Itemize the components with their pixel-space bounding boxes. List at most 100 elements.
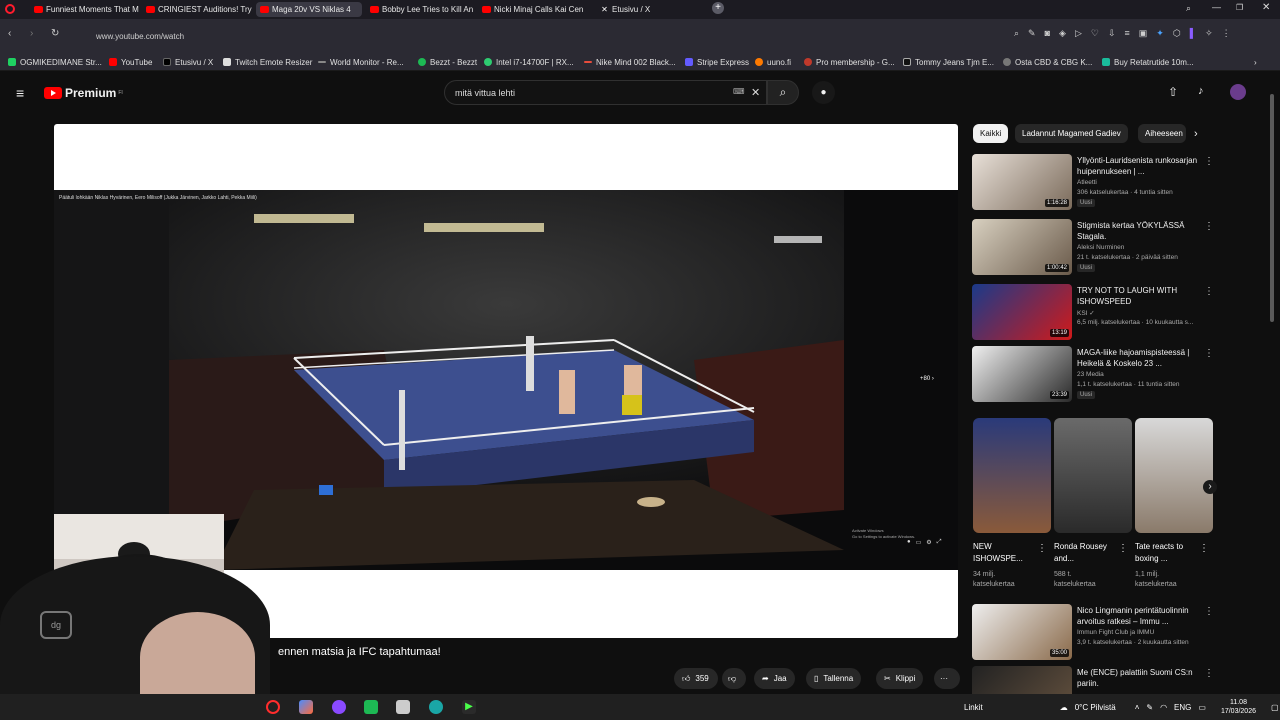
hamburger-menu-icon[interactable]: ≡ [16,85,24,101]
bookmark-4[interactable]: Twitch Emote Resizer [223,56,312,68]
cube-icon[interactable]: ⬡ [1173,28,1181,39]
tab-5[interactable]: Nicki Minaj Calls Kai Cen [478,2,588,17]
more-options-icon[interactable]: ⋮ [1204,606,1214,617]
short-more-icon[interactable]: ⋮ [1199,543,1209,554]
short-more-icon[interactable]: ⋮ [1037,543,1047,554]
minimize-icon[interactable]: — [1212,2,1221,12]
short-thumbnail[interactable] [1135,418,1213,533]
bookmark-7[interactable]: Intel i7-14700F | RX... [484,56,574,68]
search-button[interactable]: ⌕ [767,80,799,105]
tab-6[interactable]: ✕ Etusivu / X [596,2,706,17]
bookmark-2[interactable]: YouTube [109,56,152,68]
back-icon[interactable]: ‹ [8,28,11,39]
save-button[interactable]: ▯ Tallenna [806,668,862,689]
play-icon[interactable]: ▷ [1075,28,1082,39]
avatar[interactable] [1230,84,1246,100]
chat-icon[interactable] [332,700,346,714]
fullscreen-icon[interactable]: ⤢ [937,539,942,546]
more-actions-button[interactable]: ··· [934,668,960,689]
download-icon[interactable]: ⇩ [1108,28,1116,39]
chip-all[interactable]: Kaikki [973,124,1009,143]
bookmarks-overflow-icon[interactable]: › [1254,56,1257,68]
search-tabs-icon[interactable]: ⌕ [1186,3,1191,14]
ai-icon[interactable]: ✧ [1205,28,1213,39]
notifications-bell-icon[interactable]: ♪ [1198,85,1204,97]
spotify-icon[interactable] [364,700,378,714]
short-thumbnail[interactable] [1054,418,1132,533]
maximize-icon[interactable]: ❐ [1236,3,1243,12]
bookmark-8[interactable]: Nike Mind 002 Black... [584,56,676,68]
tab-2[interactable]: CRINGIEST Auditions! Try [142,2,252,17]
video-frame[interactable]: Päätuli lohkään Niklas Hyvärinen, Eero M… [54,190,958,570]
search-icon[interactable]: ⌕ [1014,28,1019,39]
wifi-icon[interactable]: ◠ [1160,703,1167,712]
voice-search-button[interactable]: ● [812,81,835,104]
keyboard-icon[interactable]: ⌨ [733,87,745,96]
tab-4[interactable]: Bobby Lee Tries to Kill An [366,2,476,17]
like-button[interactable]: 👍︎ 359 [674,668,718,689]
autoplay-icon[interactable]: ● [907,539,911,546]
bookmark-10[interactable]: uuno.fi [755,56,791,68]
bookmark-11[interactable]: Pro membership - G... [804,56,895,68]
bookmark-3[interactable]: Etusivu / X [163,56,213,68]
lang-label[interactable]: ENG [1174,703,1191,712]
more-menu-icon[interactable]: ⋮ [1222,28,1231,39]
shield-app-icon[interactable] [396,700,410,714]
camera-icon[interactable]: ◙ [1045,28,1050,39]
bookmark-14[interactable]: Buy Retatrutide 10m... [1102,56,1194,68]
heart-icon[interactable]: ♡ [1091,28,1099,39]
end-card-label[interactable]: +80 › [920,376,934,382]
shield-icon[interactable]: ◈ [1059,28,1066,39]
tray-expand-icon[interactable]: ˄ [1135,703,1140,712]
reload-icon[interactable]: ↻ [51,28,59,39]
links-label[interactable]: Linkit [964,703,983,712]
more-options-icon[interactable]: ⋮ [1204,668,1214,679]
captions-icon[interactable]: ▭ [916,539,922,546]
clear-search-icon[interactable]: ✕ [751,86,760,99]
bookmark-6[interactable]: Bezzt - Bezzt [418,56,477,68]
terminal-icon[interactable]: ▶ [462,700,476,714]
bookmark-12[interactable]: Tommy Jeans Tjm E... [903,56,994,68]
more-options-icon[interactable]: ⋮ [1204,348,1214,359]
video-player[interactable]: Päätuli lohkään Niklas Hyvärinen, Eero M… [54,124,958,638]
bookmark-9[interactable]: Stripe Express [685,56,749,68]
app-icon[interactable] [299,700,313,714]
recommendation-item[interactable]: 1:00:42 Stigmista kertaa YÖKYLÄSSÄ Staga… [972,219,1222,279]
edit-icon[interactable]: ✎ [1028,28,1036,39]
pen-icon[interactable]: ✎ [1146,703,1153,712]
close-window-icon[interactable]: ✕ [1262,2,1270,13]
recommendation-item[interactable]: 13:19 TRY NOT TO LAUGH WITH ISHOWSPEED K… [972,284,1222,344]
more-options-icon[interactable]: ⋮ [1204,221,1214,232]
clock[interactable]: 11.08 17/03/2026 [1221,698,1256,716]
short-more-icon[interactable]: ⋮ [1118,543,1128,554]
new-tab-button[interactable]: + [712,2,724,14]
tab-3-active[interactable]: Maga 20v VS Niklas 4 [256,2,362,17]
recommendation-item[interactable]: 1:16:28 Yllyönti-Lauridsenista runkosarj… [972,154,1222,214]
tab-1[interactable]: Funniest Moments That M [30,2,140,17]
page-scrollbar[interactable] [1270,94,1274,322]
more-options-icon[interactable]: ⋮ [1204,286,1214,297]
opera-icon[interactable] [266,700,280,714]
chips-next-icon[interactable]: › [1194,128,1198,140]
sidebar-icon[interactable]: ▌ [1190,28,1196,39]
weather-label[interactable]: 0°C Pilvistä [1075,703,1116,712]
menu-icon[interactable]: ≡ [1125,28,1130,39]
search-input[interactable]: mitä vittua lehti ⌨ ✕ [444,80,767,105]
bookmark-1[interactable]: OGMIKEDIMANE Str... [8,56,102,68]
upload-icon[interactable]: ⇧ [1168,85,1178,99]
dislike-button[interactable]: 👎︎ [722,668,746,689]
edge-icon[interactable] [429,700,443,714]
chip-uploader[interactable]: Ladannut Magamed Gadiev [1015,124,1128,143]
youtube-premium-logo[interactable]: Premium FI [44,86,123,100]
clip-button[interactable]: ✂ Klippi [876,668,924,689]
browser-logo-icon[interactable] [5,4,15,14]
short-thumbnail[interactable] [973,418,1051,533]
recommendation-item[interactable]: 23:39 MAGA-liike hajoamispisteessä | Hei… [972,346,1222,406]
shorts-next-icon[interactable]: › [1203,480,1217,494]
more-options-icon[interactable]: ⋮ [1204,156,1214,167]
recommendation-item[interactable]: Me (ENCE) palattiin Suomi CS:n pariin. ⋮ [972,666,1222,694]
bookmark-13[interactable]: Osta CBD & CBG K... [1003,56,1092,68]
chip-related[interactable]: Aiheeseen [1138,124,1186,143]
bookmark-5[interactable]: World Monitor - Re... [318,56,404,68]
share-button[interactable]: ➦ Jaa [754,668,795,689]
